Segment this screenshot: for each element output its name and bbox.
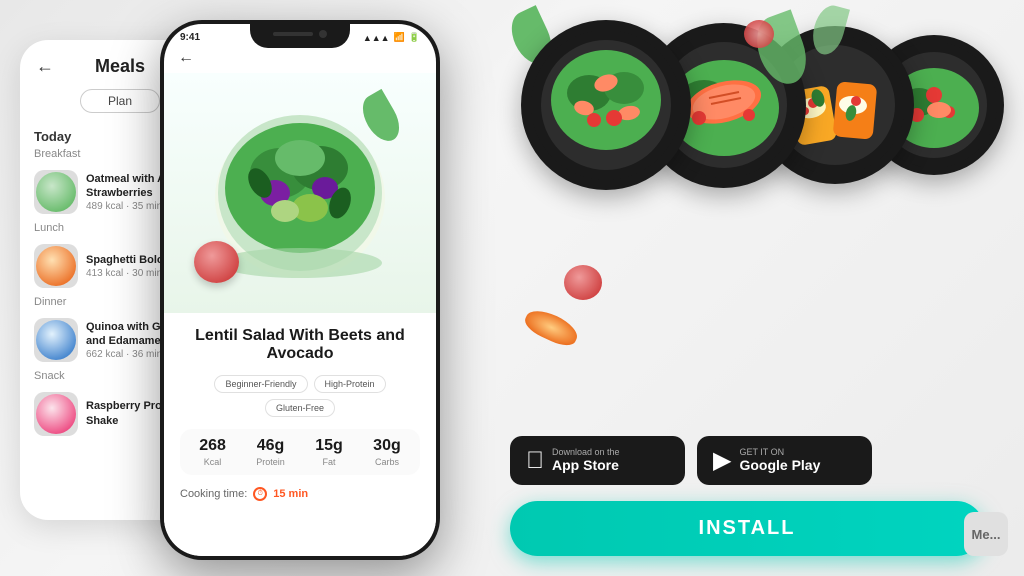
- cta-section:  Download on the App Store ▶ GET IT ON …: [510, 436, 984, 556]
- app-store-button[interactable]:  Download on the App Store: [510, 436, 685, 485]
- nutrition-row: 268 Kcal 46g Protein 15g Fat 30g Carbs: [180, 429, 420, 475]
- bg-phone-title: Meals: [95, 56, 145, 77]
- camera: [319, 30, 327, 38]
- meal-thumbnail: [34, 170, 78, 214]
- app-store-sub: Download on the: [552, 448, 620, 457]
- battery-icon: 🔋: [409, 32, 420, 43]
- kcal-label: Kcal: [199, 457, 226, 467]
- tag-beginner: Beginner-Friendly: [214, 375, 307, 393]
- status-time: 9:41: [180, 32, 200, 43]
- deco-tomato-top: [744, 20, 774, 48]
- meal-title: Lentil Salad With Beets and Avocado: [180, 327, 420, 363]
- protein-value: 46g: [256, 437, 285, 455]
- phone-notch: [250, 20, 350, 48]
- meal-detail-panel: Lentil Salad With Beets and Avocado Begi…: [164, 313, 436, 556]
- meal-thumbnail: [34, 244, 78, 288]
- food-plates-section: [464, 0, 1024, 400]
- food-image-area: [164, 73, 436, 313]
- plate-shrimp-salad: [521, 20, 691, 190]
- apple-icon: : [526, 447, 544, 475]
- main-phone: 9:41 ▲▲▲ 📶 🔋 ←: [160, 20, 440, 560]
- plate-food-image: [529, 28, 684, 183]
- fat-value: 15g: [315, 437, 343, 455]
- carbs-value: 30g: [373, 437, 401, 455]
- nutrition-protein: 46g Protein: [256, 437, 285, 467]
- food-icon: [36, 246, 76, 286]
- google-play-icon: ▶: [713, 446, 731, 475]
- cooking-time-row: Cooking time: ⏱ 15 min: [180, 487, 420, 501]
- store-buttons:  Download on the App Store ▶ GET IT ON …: [510, 436, 984, 485]
- floating-shrimp: [521, 305, 581, 351]
- food-icon: [36, 394, 76, 434]
- google-play-button[interactable]: ▶ GET IT ON Google Play: [697, 436, 872, 485]
- protein-label: Protein: [256, 457, 285, 467]
- app-store-name: App Store: [552, 457, 620, 474]
- plan-button[interactable]: Plan: [80, 89, 160, 113]
- bg-phone-back-icon[interactable]: ←: [36, 56, 54, 77]
- food-icon: [36, 320, 76, 360]
- nutrition-carbs: 30g Carbs: [373, 437, 401, 467]
- floating-tomato-1: [564, 265, 602, 300]
- cooking-time-value: 15 min: [273, 488, 308, 500]
- google-play-sub: GET IT ON: [739, 448, 820, 457]
- cooking-time-text: Cooking time:: [180, 488, 247, 500]
- speaker: [273, 32, 313, 36]
- back-icon[interactable]: ←: [178, 49, 194, 67]
- food-icon: [36, 172, 76, 212]
- clock-icon: ⏱: [253, 487, 267, 501]
- tag-list: Beginner-Friendly High-Protein Gluten-Fr…: [180, 375, 420, 417]
- nutrition-fat: 15g Fat: [315, 437, 343, 467]
- floating-tomato: [194, 241, 239, 283]
- status-icons: ▲▲▲ 📶 🔋: [363, 32, 420, 43]
- phone-screen: 9:41 ▲▲▲ 📶 🔋 ←: [164, 24, 436, 556]
- meal-thumbnail: [34, 318, 78, 362]
- wifi-icon: 📶: [394, 32, 405, 43]
- install-button[interactable]: INSTALL: [510, 501, 984, 556]
- carbs-label: Carbs: [373, 457, 401, 467]
- signal-icon: ▲▲▲: [363, 33, 390, 43]
- kcal-value: 268: [199, 437, 226, 455]
- app-store-text: Download on the App Store: [552, 448, 620, 474]
- google-play-name: Google Play: [739, 457, 820, 474]
- tag-gluten: Gluten-Free: [265, 399, 335, 417]
- meal-thumbnail: [34, 392, 78, 436]
- me-avatar[interactable]: Me...: [964, 512, 1008, 556]
- tag-protein: High-Protein: [314, 375, 386, 393]
- nutrition-kcal: 268 Kcal: [199, 437, 226, 467]
- google-play-text: GET IT ON Google Play: [739, 448, 820, 474]
- fat-label: Fat: [315, 457, 343, 467]
